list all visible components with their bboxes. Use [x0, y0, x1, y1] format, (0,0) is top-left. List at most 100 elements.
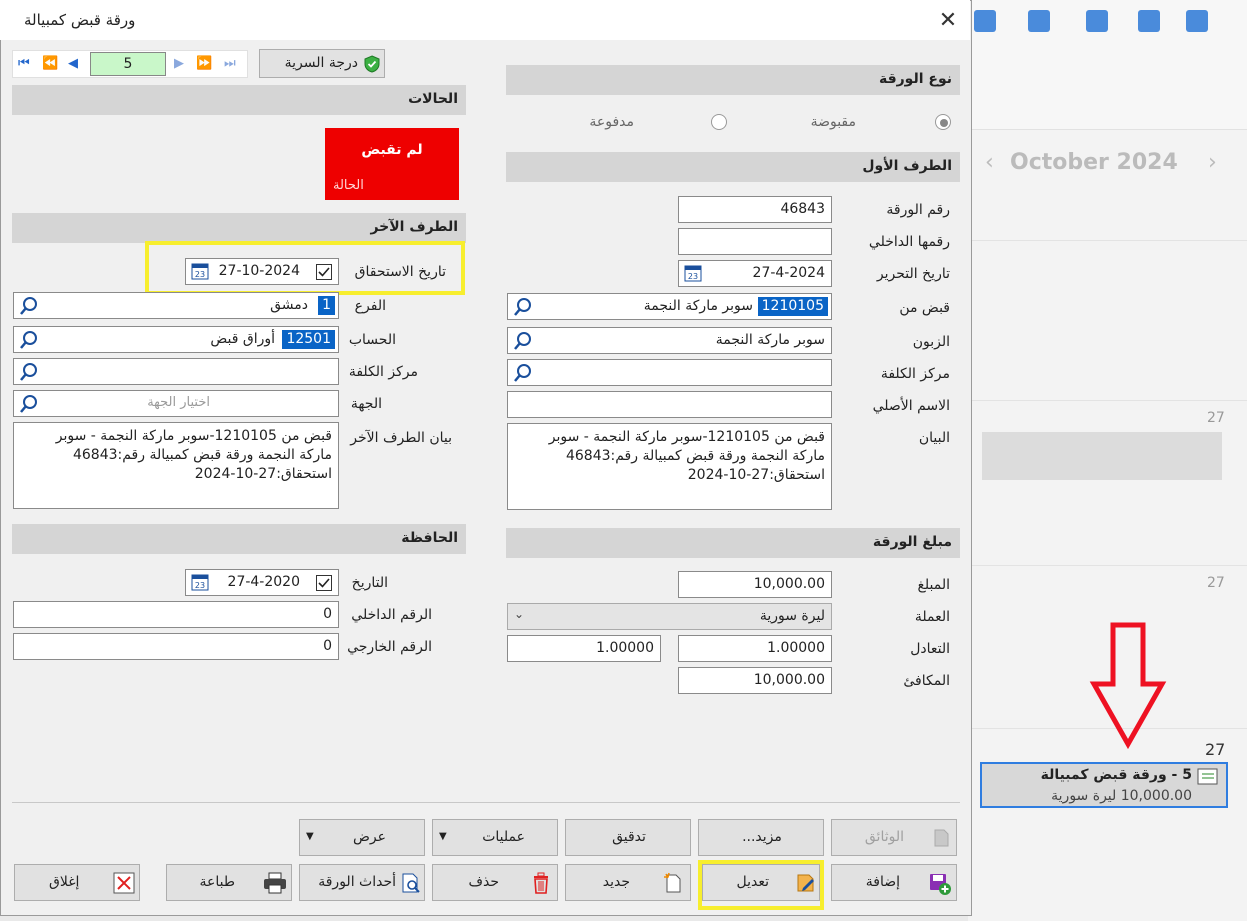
- documents-button[interactable]: الوثائق: [831, 819, 957, 856]
- section-statuses: الحالات: [12, 85, 466, 115]
- portfolio-date-checkbox[interactable]: [316, 575, 332, 591]
- search-icon[interactable]: [19, 330, 39, 350]
- internal-number-input[interactable]: [678, 228, 832, 255]
- trash-icon: [534, 872, 548, 894]
- due-date-input[interactable]: 27-10-2024 23: [185, 258, 339, 285]
- audit-button[interactable]: تدقيق: [565, 819, 691, 856]
- radio-empty-icon: [711, 114, 727, 130]
- delete-button[interactable]: حذف: [432, 864, 558, 901]
- event-title: 5 - ورقة قبض كمبيالة: [1040, 767, 1192, 783]
- view-dropdown[interactable]: عرض ▼: [299, 819, 425, 856]
- chevron-right-icon: ›: [1208, 150, 1217, 175]
- printer-icon: [264, 872, 286, 894]
- search-icon[interactable]: [513, 363, 533, 383]
- close-button[interactable]: إغلاق: [14, 864, 140, 901]
- event-subtitle: 10,000.00 ليرة سورية: [1051, 788, 1192, 804]
- radio-received-label: مقبوضة: [810, 114, 856, 130]
- ribbon-icon: [1028, 10, 1050, 32]
- status-box[interactable]: لم تقبض الحالة: [325, 128, 459, 200]
- entity-input[interactable]: اختيار الجهة: [13, 390, 339, 417]
- shield-check-icon: [364, 55, 380, 73]
- new-document-icon: [664, 872, 681, 893]
- first-record-icon[interactable]: ⏮: [18, 56, 30, 71]
- currency-select[interactable]: ليرة سورية ⌄: [507, 603, 832, 630]
- doc-events-button[interactable]: أحداث الورقة: [299, 864, 425, 901]
- due-date-checkbox[interactable]: [316, 264, 332, 280]
- prev-page-icon[interactable]: ⏪: [42, 56, 58, 71]
- add-button[interactable]: إضافة: [831, 864, 957, 901]
- doc-number-input[interactable]: 46843: [678, 196, 832, 223]
- amount-input[interactable]: 10,000.00: [678, 571, 832, 598]
- next-page-icon[interactable]: ⏩: [196, 56, 212, 71]
- ribbon-icon: [1086, 10, 1108, 32]
- document-edit-icon: [934, 829, 949, 847]
- portfolio-date-input[interactable]: 27-4-2020 23: [185, 569, 339, 596]
- portfolio-internal-input[interactable]: 0: [13, 601, 339, 628]
- svg-text:23: 23: [688, 272, 698, 281]
- portfolio-external-input[interactable]: 0: [13, 633, 339, 660]
- customer-input[interactable]: سوبر ماركة النجمة: [507, 327, 832, 354]
- other-cost-center-input[interactable]: [13, 358, 339, 385]
- account-input[interactable]: 12501 أوراق قبض: [13, 326, 339, 353]
- next-record-icon[interactable]: ▶: [174, 56, 184, 71]
- edit-button[interactable]: تعديل: [702, 864, 820, 901]
- equivalent-input[interactable]: 10,000.00: [678, 667, 832, 694]
- day-number: 27: [1207, 575, 1225, 591]
- search-icon[interactable]: [19, 394, 39, 414]
- other-statement-textarea[interactable]: قبض من 1210105-سوبر ماركة النجمة - سوبر …: [13, 422, 339, 509]
- divider: [970, 565, 1247, 566]
- security-level-label: درجة السرية: [284, 55, 358, 71]
- equivalent-label: المكافئ: [903, 673, 950, 689]
- original-name-input[interactable]: [507, 391, 832, 418]
- print-button[interactable]: طباعة: [166, 864, 292, 901]
- currency-label: العملة: [914, 609, 950, 625]
- ribbon-icon: [1186, 10, 1208, 32]
- amount-label: المبلغ: [917, 577, 950, 593]
- svg-text:23: 23: [195, 581, 205, 590]
- faded-event: [982, 432, 1222, 480]
- divider: [970, 400, 1247, 401]
- issue-date-input[interactable]: 27-4-2024 23: [678, 260, 832, 287]
- due-date-label: تاريخ الاستحقاق: [354, 264, 446, 280]
- chevron-left-icon: ‹: [985, 150, 994, 175]
- close-window-button[interactable]: ✕: [935, 8, 961, 34]
- calendar-event[interactable]: 5 - ورقة قبض كمبيالة 10,000.00 ليرة سوري…: [980, 762, 1228, 808]
- security-level-button[interactable]: درجة السرية: [259, 49, 385, 78]
- calendar-icon[interactable]: 23: [191, 573, 209, 591]
- rate-input-2[interactable]: 1.00000: [507, 635, 661, 662]
- dropdown-arrow-icon: ▼: [439, 831, 447, 842]
- section-doc-type: نوع الورقة: [506, 65, 960, 95]
- statement-textarea[interactable]: قبض من 1210105-سوبر ماركة النجمة - سوبر …: [507, 423, 832, 510]
- close-x-icon: [113, 872, 135, 894]
- background-ribbon: [968, 0, 1247, 130]
- more-button[interactable]: مزيد...: [698, 819, 824, 856]
- red-arrow-annotation: [1089, 622, 1167, 750]
- portfolio-internal-label: الرقم الداخلي: [351, 607, 432, 623]
- dialog-titlebar: [0, 0, 970, 40]
- search-icon[interactable]: [19, 296, 39, 316]
- branch-input[interactable]: 1 دمشق: [13, 292, 339, 319]
- cost-center-input[interactable]: [507, 359, 832, 386]
- record-number-input[interactable]: 5: [90, 52, 166, 76]
- section-amount: مبلغ الورقة: [506, 528, 960, 558]
- prev-record-icon[interactable]: ◀: [68, 56, 78, 71]
- dropdown-arrow-icon: ▼: [306, 831, 314, 842]
- calendar-icon[interactable]: 23: [684, 264, 702, 282]
- cost-center-label: مركز الكلفة: [880, 366, 950, 382]
- search-icon[interactable]: [513, 331, 533, 351]
- customer-label: الزبون: [912, 334, 950, 350]
- svg-text:23: 23: [195, 270, 205, 279]
- section-first-party: الطرف الأول: [506, 152, 960, 182]
- last-record-icon[interactable]: ⏭: [224, 56, 236, 71]
- ribbon-icon: [974, 10, 996, 32]
- portfolio-external-label: الرقم الخارجي: [347, 639, 432, 655]
- new-button[interactable]: جديد: [565, 864, 691, 901]
- received-from-input[interactable]: 1210105 سوبر ماركة النجمة: [507, 293, 832, 320]
- radio-selected-icon: [935, 114, 951, 130]
- calendar-icon[interactable]: 23: [191, 262, 209, 280]
- operations-dropdown[interactable]: عمليات ▼: [432, 819, 558, 856]
- search-icon[interactable]: [513, 297, 533, 317]
- search-icon[interactable]: [19, 362, 39, 382]
- status-title: لم تقبض: [361, 142, 423, 158]
- rate-input[interactable]: 1.00000: [678, 635, 832, 662]
